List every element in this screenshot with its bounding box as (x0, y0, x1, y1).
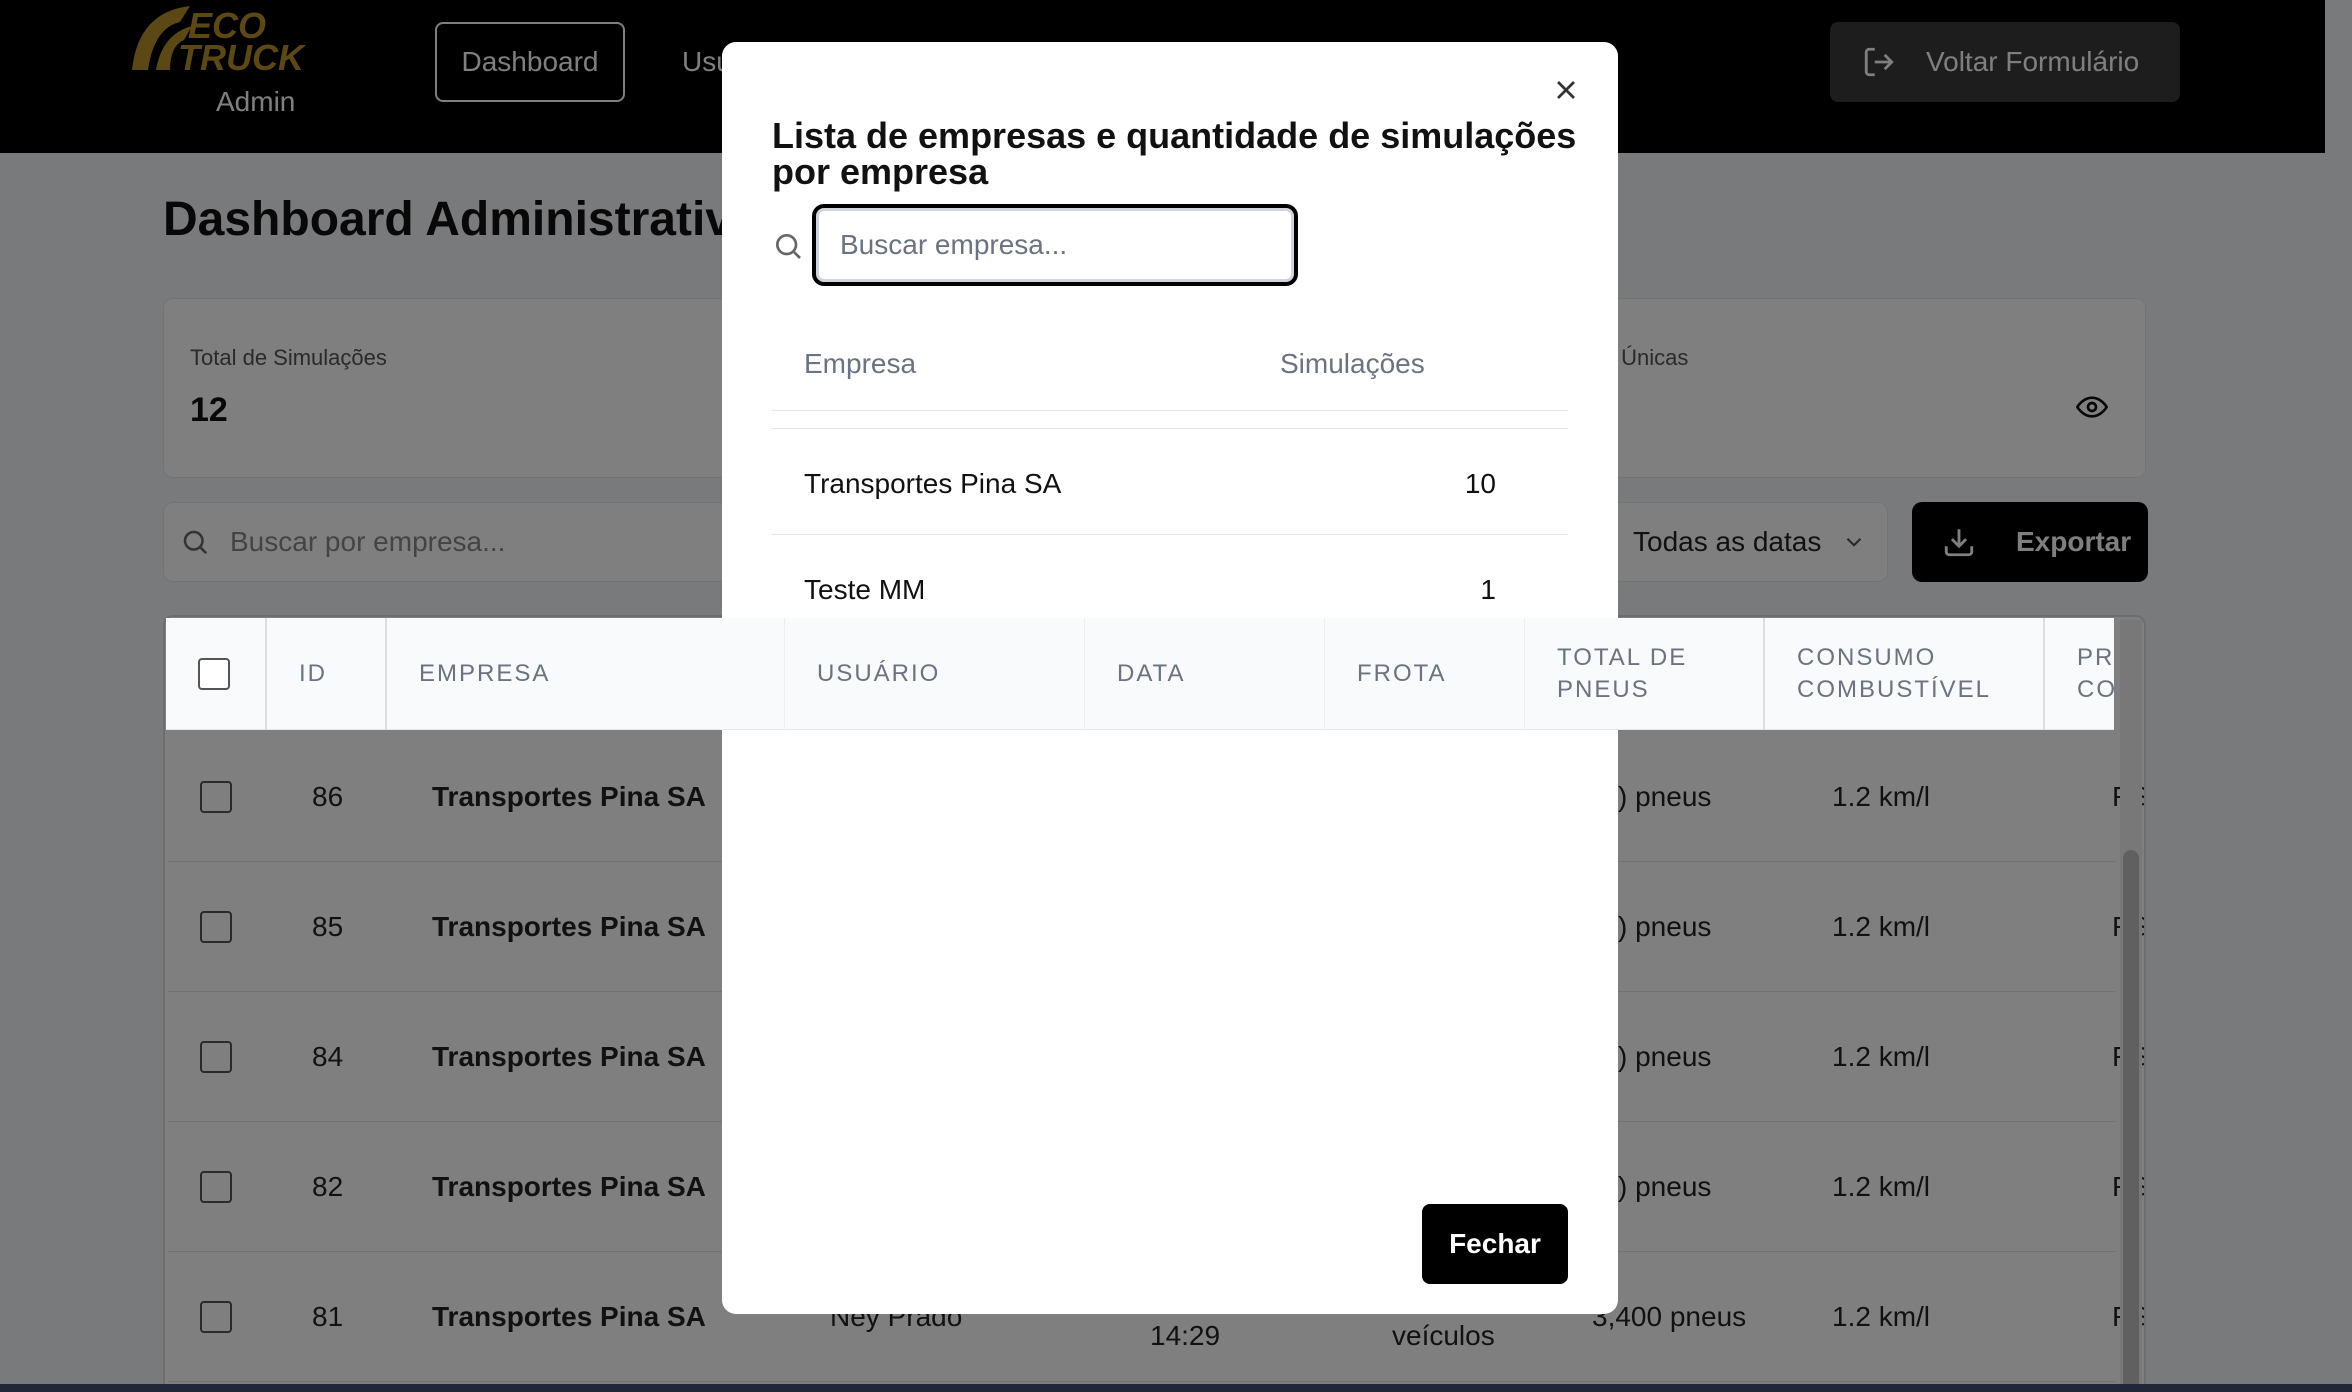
th-preco[interactable]: PRE CO (2045, 618, 2114, 730)
modal-col-simulacoes: Simulações (1280, 348, 1425, 379)
th-total-pneus-label: TOTAL DE PNEUS (1557, 644, 1688, 703)
modal-search-input[interactable] (826, 214, 1296, 276)
modal-title: Lista de empresas e quantidade de simula… (772, 115, 1577, 192)
th-consumo-label: CONSUMO COMBUSTÍVEL (1797, 644, 1992, 703)
modal-row-divider (772, 534, 1568, 535)
close-icon[interactable] (1550, 74, 1582, 106)
th-data[interactable]: DATA (1085, 618, 1325, 730)
th-total-pneus[interactable]: TOTAL DE PNEUS (1525, 618, 1765, 730)
modal-row-simulacoes: 1 (1480, 574, 1496, 605)
modal-header-divider (772, 410, 1568, 411)
th-consumo[interactable]: CONSUMO COMBUSTÍVEL (1765, 618, 2045, 730)
th-preco-label: PRE CO (2077, 644, 2114, 703)
bottom-strip (0, 1384, 2352, 1392)
select-all-checkbox[interactable] (198, 658, 230, 690)
search-icon (776, 234, 801, 259)
th-id[interactable]: ID (267, 618, 387, 730)
modal-row-empresa: Teste MM (804, 574, 926, 605)
select-all-cell (166, 618, 267, 730)
th-usuario[interactable]: USUÁRIO (785, 618, 1085, 730)
th-empresa[interactable]: EMPRESA (387, 618, 785, 730)
modal-row-empresa: Transportes Pina SA (804, 468, 1062, 499)
table-header: ID EMPRESA USUÁRIO DATA FROTA TOTAL DE P… (166, 618, 2114, 730)
modal-close-button[interactable]: Fechar (1422, 1204, 1568, 1284)
modal-row-simulacoes: 10 (1464, 468, 1496, 499)
modal-divider (772, 428, 1568, 429)
modal-search-field[interactable] (812, 204, 1298, 286)
modal-col-empresa: Empresa (804, 348, 917, 379)
th-frota[interactable]: FROTA (1325, 618, 1525, 730)
